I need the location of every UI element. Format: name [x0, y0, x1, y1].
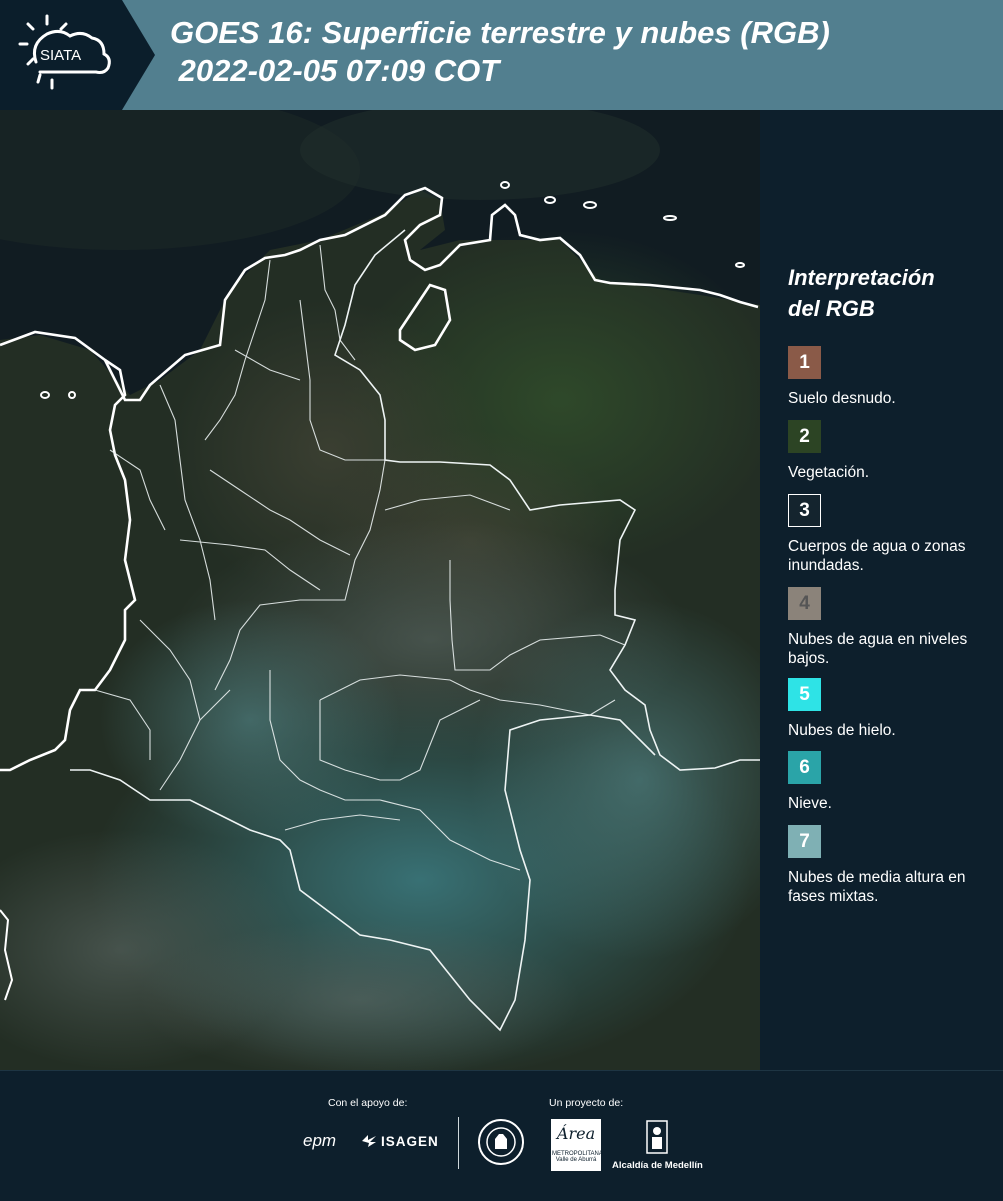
area-logo-line2: Valle de Aburrá [555, 1157, 597, 1163]
legend-swatch: 1 [788, 346, 821, 379]
isagen-text: ISAGEN [381, 1133, 439, 1149]
legend-label: Nubes de agua en niveles bajos. [788, 631, 968, 667]
satellite-image [0, 110, 760, 1070]
area-metropolitana-logo: Área METROPOLITANA Valle de Aburrá [551, 1119, 603, 1171]
svg-text:SIATA: SIATA [40, 47, 81, 64]
sun-cloud-icon: SIATA [18, 14, 111, 90]
legend-number: 7 [799, 830, 810, 852]
shield-icon [646, 1120, 668, 1154]
legend-item-4: 4 Nubes de agua en niveles bajos. [788, 587, 1000, 668]
area-logo-script: Área [556, 1124, 596, 1143]
legend-number: 4 [799, 592, 810, 614]
legend-number: 2 [799, 425, 810, 447]
alcaldia-text: Alcaldía de Medellín [612, 1160, 703, 1171]
project-label: Un proyecto de: [549, 1097, 624, 1109]
alcaldia-logo: Alcaldía de Medellín [612, 1119, 703, 1174]
page-title: GOES 16: Superficie terrestre y nubes (R… [170, 14, 830, 90]
title-line-2: 2022-02-05 07:09 COT [170, 53, 500, 88]
satellite-map[interactable] [0, 110, 760, 1070]
legend-item-3: 3 Cuerpos de agua o zonas inundadas. [788, 494, 1000, 575]
isagen-logo: ISAGEN [360, 1133, 439, 1149]
legend-item-6: 6 Nieve. [788, 751, 1000, 813]
legend-item-2: 2 Vegetación. [788, 420, 1000, 482]
legend-label: Vegetación. [788, 464, 870, 481]
legend-title: Interpretación del RGB [788, 262, 998, 324]
legend-number: 3 [799, 499, 810, 521]
seal-logo [478, 1119, 524, 1165]
legend-swatch: 6 [788, 751, 821, 784]
legend-label: Suelo desnudo. [788, 390, 896, 407]
legend-number: 5 [799, 683, 810, 705]
legend-label: Nubes de hielo. [788, 722, 896, 739]
epm-logo: epm [303, 1131, 337, 1150]
legend-number: 1 [799, 351, 810, 373]
header-bar: SIATA GOES 16: Superficie terrestre y nu… [0, 0, 1003, 110]
siata-logo[interactable]: SIATA [0, 0, 155, 110]
legend-swatch: 3 [788, 494, 821, 527]
legend-title-line-1: Interpretación [788, 265, 935, 290]
legend-item-1: 1 Suelo desnudo. [788, 346, 1000, 408]
legend-swatch: 7 [788, 825, 821, 858]
legend-number: 6 [799, 756, 810, 778]
support-label: Con el apoyo de: [328, 1097, 408, 1109]
legend-label: Nubes de media altura en fases mixtas. [788, 869, 966, 905]
footer-bar: Con el apoyo de: Un proyecto de: epm ISA… [0, 1070, 1003, 1201]
title-line-1: GOES 16: Superficie terrestre y nubes (R… [170, 15, 830, 50]
isagen-icon [362, 1135, 376, 1147]
legend-item-7: 7 Nubes de media altura en fases mixtas. [788, 825, 1000, 906]
legend-item-5: 5 Nubes de hielo. [788, 678, 1000, 740]
legend-swatch: 2 [788, 420, 821, 453]
footer-divider [458, 1117, 459, 1169]
legend-panel: Interpretación del RGB 1 Suelo desnudo. … [760, 110, 1003, 1070]
legend-title-line-2: del RGB [788, 296, 875, 321]
legend-label: Cuerpos de agua o zonas inundadas. [788, 538, 966, 574]
legend-label: Nieve. [788, 795, 832, 812]
seal-icon [486, 1127, 516, 1157]
legend-swatch: 4 [788, 587, 821, 620]
legend-swatch: 5 [788, 678, 821, 711]
